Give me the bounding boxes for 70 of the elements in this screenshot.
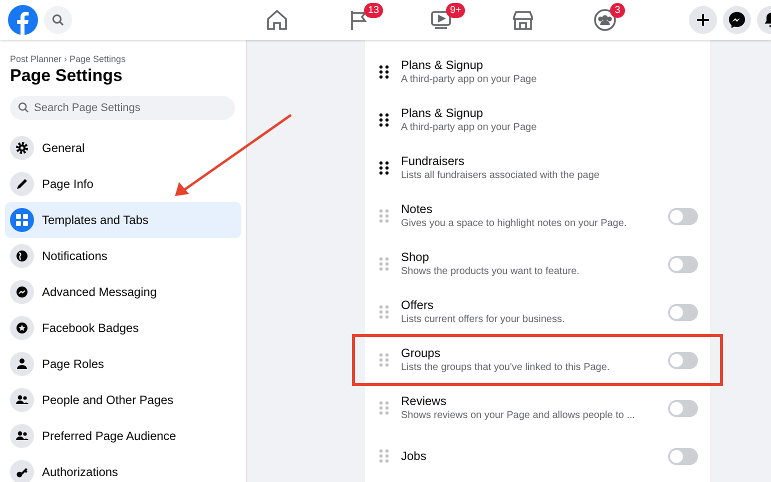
- tab-title: Plans & Signup: [401, 106, 484, 121]
- drag-handle-icon[interactable]: [379, 209, 389, 223]
- groups-tab[interactable]: 3: [564, 0, 646, 40]
- tab-title: Shop: [401, 250, 430, 265]
- gear-icon: [10, 136, 34, 160]
- tab-title: Jobs: [401, 448, 428, 464]
- plus-icon: [695, 12, 711, 28]
- sidebar-item[interactable]: Templates and Tabs: [5, 202, 241, 238]
- tab-description: Shows the products you want to feature.: [401, 265, 580, 278]
- tab-description: Lists all fundraisers associated with the page: [401, 169, 600, 182]
- sidebar-item[interactable]: Authorizations: [5, 454, 241, 482]
- tab-title: Reviews: [401, 394, 448, 409]
- drag-handle-icon[interactable]: [379, 449, 389, 463]
- drag-handle-icon[interactable]: [379, 113, 389, 127]
- tab-description: A third-party app on your Page: [401, 73, 538, 86]
- tab-description: Shows reviews on your Page and allows people to ...: [401, 409, 636, 422]
- sidebar-item[interactable]: Page Info: [5, 166, 241, 202]
- sidebar-item[interactable]: General: [5, 130, 241, 166]
- home-icon: [265, 8, 289, 32]
- search-icon: [18, 102, 29, 113]
- notification-badge: 9+: [446, 3, 466, 18]
- breadcrumb: Post Planner › Page Settings: [10, 53, 127, 65]
- sidebar-item[interactable]: People and Other Pages: [5, 382, 241, 418]
- search-button[interactable]: [44, 6, 72, 34]
- tab-description: Gives you a space to highlight notes on your Page.: [401, 217, 628, 230]
- tab-title: Offers: [401, 298, 434, 313]
- notification-badge: 3: [610, 3, 625, 18]
- sidebar-item[interactable]: Preferred Page Audience: [5, 418, 241, 454]
- drag-handle-icon[interactable]: [379, 353, 389, 367]
- tab-description: Lists current offers for your business.: [401, 313, 566, 326]
- toggle-switch[interactable]: [668, 304, 698, 320]
- messenger-icon: [10, 280, 34, 304]
- messenger-icon: [728, 11, 746, 29]
- search-icon: [52, 14, 64, 26]
- toggle-switch[interactable]: [668, 448, 698, 464]
- toggle-switch[interactable]: [668, 400, 698, 416]
- tab-description: Lists the groups that you've linked to this Page.: [401, 361, 611, 374]
- sidebar-item[interactable]: Facebook Badges: [5, 310, 241, 346]
- messenger-button[interactable]: [723, 6, 751, 34]
- store-icon: [511, 8, 535, 32]
- grid-icon: [10, 208, 34, 232]
- sidebar-item[interactable]: Advanced Messaging: [5, 274, 241, 310]
- sidebar-item[interactable]: Page Roles: [5, 346, 241, 382]
- plus-button[interactable]: [689, 6, 717, 34]
- drag-handle-icon[interactable]: [379, 401, 389, 415]
- sidebar-item[interactable]: Notifications: [5, 238, 241, 274]
- tab-description: A third-party app on your Page: [401, 121, 538, 134]
- tab-title: Plans & Signup: [401, 58, 484, 73]
- globe-icon: [10, 244, 34, 268]
- page-title: Page Settings: [10, 65, 124, 87]
- tab-title: Groups: [401, 346, 442, 361]
- tab-title: Fundraisers: [401, 154, 466, 169]
- person-icon: [10, 352, 34, 376]
- video-tab[interactable]: 9+: [400, 0, 482, 40]
- toggle-switch[interactable]: [668, 352, 698, 368]
- groups-icon: [593, 8, 617, 32]
- notification-badge: 13: [364, 3, 384, 18]
- drag-handle-icon[interactable]: [379, 65, 389, 79]
- facebook-logo[interactable]: [8, 5, 38, 35]
- tab-title: Notes: [401, 202, 434, 217]
- toggle-switch[interactable]: [668, 208, 698, 224]
- flag-tab[interactable]: 13: [318, 0, 400, 40]
- drag-handle-icon[interactable]: [379, 161, 389, 175]
- drag-handle-icon[interactable]: [379, 257, 389, 271]
- people-icon: [10, 388, 34, 412]
- drag-handle-icon[interactable]: [379, 305, 389, 319]
- pencil-icon: [10, 172, 34, 196]
- toggle-switch[interactable]: [668, 256, 698, 272]
- people-icon: [10, 424, 34, 448]
- search-field[interactable]: Search Page Settings: [10, 96, 235, 120]
